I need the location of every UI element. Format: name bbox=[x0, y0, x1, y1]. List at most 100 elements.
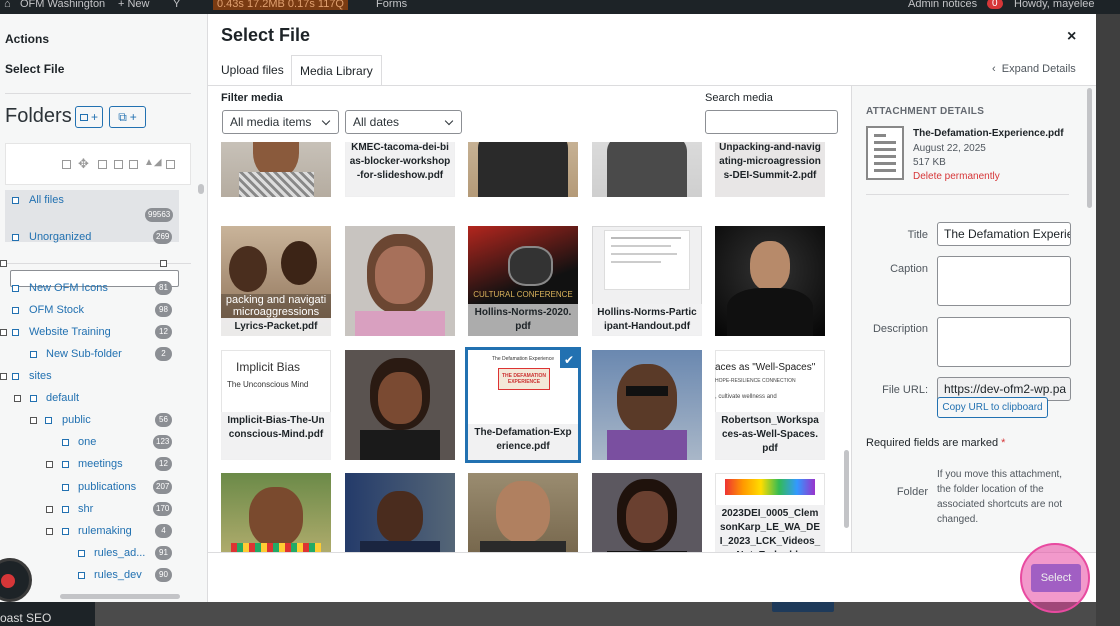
attachment-thumbnail[interactable] bbox=[221, 142, 331, 197]
record-icon bbox=[1, 574, 15, 588]
new-folder-button[interactable]: + bbox=[75, 106, 103, 128]
folder-publications[interactable]: publications bbox=[78, 481, 136, 493]
folder-icon bbox=[12, 329, 19, 336]
expand-icon[interactable] bbox=[46, 528, 53, 535]
tab-media-library[interactable]: Media Library bbox=[291, 55, 382, 86]
delete-icon[interactable] bbox=[166, 160, 175, 169]
attachment-thumbnail[interactable]: CULTURAL CONFERENCE Hollins-Norms-2020.p… bbox=[468, 226, 578, 336]
admin-bar-notices[interactable]: Admin notices bbox=[908, 0, 977, 10]
admin-bar-new[interactable]: + New bbox=[118, 0, 150, 10]
attachment-thumbnail[interactable] bbox=[345, 473, 455, 552]
folder-unorganized[interactable]: Unorganized bbox=[29, 231, 91, 243]
checkbox-icon[interactable] bbox=[160, 260, 167, 267]
expand-icon[interactable] bbox=[46, 506, 53, 513]
title-field[interactable]: The Defamation Experie bbox=[937, 222, 1071, 246]
expand-icon[interactable] bbox=[14, 395, 21, 402]
attachment-thumbnail[interactable]: 2023DEI_0005_ClemsonKarp_LE_WA_DEI_2023_… bbox=[715, 473, 825, 552]
folder-sites[interactable]: sites bbox=[29, 370, 52, 382]
copy-url-button[interactable]: Copy URL to clipboard bbox=[937, 397, 1048, 418]
attachment-thumbnail[interactable]: Implicit Bias The Unconscious Mind Impli… bbox=[221, 350, 331, 460]
folder-all-files[interactable]: All files bbox=[29, 194, 64, 206]
admin-bar-forms[interactable]: Forms bbox=[376, 0, 407, 10]
expand-icon[interactable] bbox=[46, 461, 53, 468]
admin-bar-perf[interactable]: 0.43s 17.2MB 0.17s 117Q bbox=[213, 0, 348, 10]
folder-count: 81 bbox=[155, 281, 172, 295]
folder-count: 12 bbox=[155, 457, 172, 471]
folder-rules-dev[interactable]: rules_dev bbox=[94, 569, 142, 581]
divider bbox=[866, 194, 1069, 195]
folder-new-sub-folder[interactable]: New Sub-folder bbox=[46, 348, 122, 360]
select-icon[interactable] bbox=[62, 160, 71, 169]
grid-scrollbar[interactable] bbox=[844, 450, 849, 528]
admin-bar-site[interactable]: OFM Washington bbox=[20, 0, 105, 10]
filter-media-label: Filter media bbox=[221, 92, 283, 104]
delete-permanently-link[interactable]: Delete permanently bbox=[913, 171, 1000, 182]
close-icon[interactable]: × bbox=[1067, 28, 1076, 46]
tab-upload-files[interactable]: Upload files bbox=[213, 55, 292, 86]
date-filter-select[interactable]: All dates bbox=[345, 110, 462, 134]
tree-scrollbar[interactable] bbox=[198, 184, 204, 194]
yoast-icon[interactable]: Y bbox=[173, 0, 180, 10]
folder-ofm-stock[interactable]: OFM Stock bbox=[29, 304, 84, 316]
attachment-thumbnail[interactable]: Hollins-Norms-Participant-Handout.pdf bbox=[592, 226, 702, 336]
attachment-thumbnail[interactable] bbox=[221, 473, 331, 552]
expand-details-link[interactable]: ‹ Expand Details bbox=[992, 63, 1076, 75]
home-icon[interactable]: ⌂ bbox=[4, 0, 11, 10]
expand-icon[interactable] bbox=[0, 329, 7, 336]
divider bbox=[5, 93, 191, 94]
attachment-filename: The-Defamation-Experience.pdf bbox=[913, 128, 1064, 139]
chevron-left-icon: ‹ bbox=[992, 63, 996, 75]
attachment-thumbnail[interactable] bbox=[592, 142, 702, 197]
attachment-thumbnail[interactable] bbox=[468, 142, 578, 197]
search-media-input[interactable] bbox=[705, 110, 838, 134]
folder-icon bbox=[62, 461, 69, 468]
file-url-label: File URL: bbox=[882, 384, 928, 396]
copy-icon[interactable] bbox=[114, 160, 123, 169]
attachment-caption: Robertson_Workspaces-as-Well-Spaces.pdf bbox=[715, 412, 825, 460]
folder-rulemaking[interactable]: rulemaking bbox=[78, 525, 132, 537]
folder-rules-ad[interactable]: rules_ad... bbox=[94, 547, 145, 559]
move-icon[interactable]: ✥ bbox=[78, 156, 89, 172]
tree-horizontal-scrollbar[interactable] bbox=[60, 594, 180, 599]
folder-one[interactable]: one bbox=[78, 436, 96, 448]
attachment-thumbnail[interactable] bbox=[592, 473, 702, 552]
attachment-thumbnail[interactable]: aces as "Well-Spaces" HOPE-RESILIENCE CO… bbox=[715, 350, 825, 460]
description-label: Description bbox=[872, 323, 928, 335]
attachment-thumbnail[interactable]: KMEC-tacoma-dei-bias-blocker-workshop-fo… bbox=[345, 142, 455, 197]
folder-public[interactable]: public bbox=[62, 414, 91, 426]
expand-icon[interactable] bbox=[0, 373, 7, 380]
document-icon bbox=[866, 126, 904, 180]
folder-count: 56 bbox=[155, 413, 172, 427]
sort-icon[interactable]: ▲◢ bbox=[144, 157, 162, 168]
duplicate-icon[interactable] bbox=[129, 160, 138, 169]
attachment-thumbnail[interactable] bbox=[715, 226, 825, 336]
rename-icon[interactable] bbox=[98, 160, 107, 169]
attachment-thumbnail[interactable]: Unpacking-and-navigating-microagressions… bbox=[715, 142, 825, 197]
caption-field[interactable] bbox=[937, 256, 1071, 306]
checkmark-icon[interactable]: ✔ bbox=[559, 350, 578, 369]
thumbnail-text: packing and navigati microaggressions bbox=[221, 294, 331, 318]
folder-icon bbox=[62, 484, 69, 491]
expand-icon[interactable] bbox=[30, 417, 37, 424]
folder-website-training[interactable]: Website Training bbox=[29, 326, 111, 338]
expand-icon[interactable] bbox=[0, 260, 7, 267]
attachment-thumbnail[interactable] bbox=[345, 226, 455, 336]
details-heading: ATTACHMENT DETAILS bbox=[866, 106, 985, 117]
new-shortcut-button[interactable]: ⧉ + bbox=[109, 106, 146, 128]
attachment-thumbnail[interactable]: packing and navigati microaggressions Ly… bbox=[221, 226, 331, 336]
folder-shr[interactable]: shr bbox=[78, 503, 93, 515]
attachment-thumbnail-selected[interactable]: The Defamation Experience THE DEFAMATION… bbox=[468, 350, 578, 460]
admin-bar-howdy[interactable]: Howdy, mayelee bbox=[1014, 0, 1095, 10]
attachment-thumbnail[interactable] bbox=[345, 350, 455, 460]
folder-count: 170 bbox=[153, 502, 173, 516]
folder-default[interactable]: default bbox=[46, 392, 79, 404]
attachment-thumbnail[interactable] bbox=[592, 350, 702, 460]
media-type-select[interactable]: All media items bbox=[222, 110, 339, 134]
attachment-thumbnail[interactable] bbox=[468, 473, 578, 552]
description-field[interactable] bbox=[937, 317, 1071, 367]
details-scrollbar[interactable] bbox=[1087, 88, 1092, 208]
folder-new-ofm-icons[interactable]: New OFM Icons bbox=[29, 282, 108, 294]
all-files-icon bbox=[12, 197, 19, 204]
select-button[interactable]: Select bbox=[1031, 564, 1081, 592]
folder-meetings[interactable]: meetings bbox=[78, 458, 123, 470]
